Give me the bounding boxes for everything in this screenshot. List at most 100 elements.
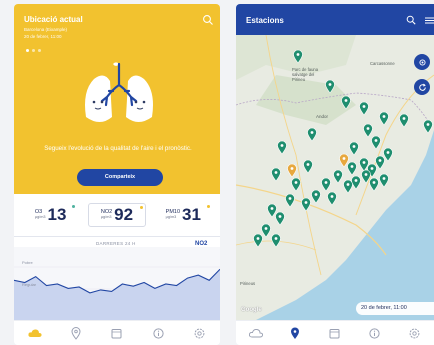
pollutant-value: 92 xyxy=(114,205,134,224)
tab-stations[interactable] xyxy=(69,326,83,340)
history-chart: DARRERES 24 H NO2 Pobre Regular xyxy=(14,236,220,321)
station-marker-dot xyxy=(382,177,386,180)
station-marker-dot xyxy=(382,115,386,118)
location-title: Ubicació actual xyxy=(24,15,83,24)
tab-settings[interactable] xyxy=(407,326,421,340)
station-marker-dot xyxy=(362,105,366,108)
map-label: Pirineus xyxy=(240,281,256,286)
station-marker-dot xyxy=(288,197,292,200)
calendar-icon xyxy=(111,328,122,338)
station-marker-dot xyxy=(314,193,318,196)
station-marker-dot xyxy=(354,179,358,182)
station-marker-dot xyxy=(328,83,332,86)
station-marker-dot xyxy=(324,181,328,184)
info-icon xyxy=(153,327,164,339)
location-subtitle: Barcelona (Eixample) 20 de febrer, 11:00 xyxy=(24,27,67,40)
tab-cloud[interactable] xyxy=(28,326,42,340)
reading-o3[interactable]: O3 µg/m3 13 xyxy=(23,203,79,227)
pollutant-unit: µg/m3 xyxy=(100,215,112,219)
station-marker-dot xyxy=(374,139,378,142)
station-marker-dot xyxy=(344,99,348,102)
filter-icon[interactable] xyxy=(425,17,434,24)
locate-button[interactable] xyxy=(414,54,430,70)
tab-calendar[interactable] xyxy=(328,326,342,340)
station-marker-dot xyxy=(294,181,298,184)
tab-cloud[interactable] xyxy=(248,326,263,340)
level-badge xyxy=(71,205,75,208)
station-marker-dot xyxy=(352,145,356,148)
level-badge xyxy=(207,205,211,208)
station-marker-dot xyxy=(346,183,350,186)
pollutant-value: 13 xyxy=(47,205,67,224)
page-title: Estacions xyxy=(246,16,284,25)
station-marker-dot xyxy=(330,195,334,198)
station-marker-dot xyxy=(296,53,300,56)
stations-screen: Estacions Andor Parc de fauna salvatge d… xyxy=(236,4,434,345)
station-marker-dot xyxy=(402,117,406,120)
station-marker-dot xyxy=(310,131,314,134)
tab-info[interactable] xyxy=(151,326,165,340)
hero-message: Segueix l'evolució de la qualitat de l'a… xyxy=(44,145,192,152)
level-label: Regular xyxy=(22,282,37,287)
map-label: Carcassonne xyxy=(370,61,395,66)
station-marker-dot xyxy=(378,159,382,162)
map-canvas: Andor xyxy=(236,35,434,320)
history-chart-svg xyxy=(14,247,220,321)
station-marker-dot xyxy=(364,173,368,176)
station-marker-dot xyxy=(362,161,366,164)
chart-pollutant-label[interactable]: NO2 xyxy=(195,241,207,247)
station-marker-dot xyxy=(256,237,260,240)
location-pin-icon xyxy=(291,327,300,339)
lungs-illustration xyxy=(85,62,153,122)
carousel-dots[interactable] xyxy=(26,49,41,52)
station-marker-dot xyxy=(350,165,354,168)
air-quality-hero: Ubicació actual Barcelona (Eixample) 20 … xyxy=(14,4,220,194)
map-label: Parc de fauna salvatge del Pirineu xyxy=(292,67,319,82)
info-icon xyxy=(369,327,380,339)
search-icon[interactable] xyxy=(406,15,416,25)
station-marker-dot xyxy=(274,237,278,240)
station-marker-dot xyxy=(426,123,430,126)
google-logo: Google xyxy=(241,307,262,313)
calendar-icon xyxy=(329,328,340,338)
station-marker-dot xyxy=(264,227,268,230)
cloud-icon xyxy=(248,328,263,338)
station-marker-dot xyxy=(274,171,278,174)
stations-map[interactable]: Andor Parc de fauna salvatge del Pirineu… xyxy=(236,35,434,320)
station-marker-dot xyxy=(290,167,294,170)
station-marker-dot xyxy=(280,144,284,147)
station-marker-dot xyxy=(270,207,274,210)
reading-pm10[interactable]: PM10 µg/m3 31 xyxy=(155,203,211,227)
share-button[interactable]: Comparteix xyxy=(77,169,163,186)
tab-settings[interactable] xyxy=(192,326,206,340)
pollutant-unit: µg/m3 xyxy=(34,215,46,219)
app-screenshots: Ubicació actual Barcelona (Eixample) 20 … xyxy=(0,0,434,345)
crosshair-icon xyxy=(418,58,426,66)
station-marker-dot xyxy=(306,163,310,166)
station-marker-dot xyxy=(342,157,346,160)
location-name: Barcelona (Eixample) xyxy=(24,27,68,32)
pollutant-value: 31 xyxy=(182,205,201,224)
settings-icon xyxy=(409,328,420,338)
location-date: 20 de febrer, 11:00 xyxy=(24,33,62,39)
station-marker-dot xyxy=(336,173,340,176)
station-marker-dot xyxy=(370,167,374,170)
pollutant-unit: µg/m3 xyxy=(165,215,177,219)
station-marker-dot xyxy=(366,127,370,130)
chart-period-label: DARRERES 24 H xyxy=(96,241,136,246)
refresh-button[interactable] xyxy=(414,79,430,95)
cloud-icon xyxy=(28,329,42,337)
station-marker-dot xyxy=(372,181,376,184)
tab-info[interactable] xyxy=(368,326,382,340)
pollutant-readings: O3 µg/m3 13 NO2 µg/m3 92 PM10 µg/m3 31 xyxy=(14,194,220,236)
reading-no2[interactable]: NO2 µg/m3 92 xyxy=(87,203,146,227)
stations-header: Estacions xyxy=(236,4,434,35)
station-marker-dot xyxy=(386,151,390,154)
tab-stations[interactable] xyxy=(288,326,302,340)
level-badge xyxy=(139,206,143,209)
tab-calendar[interactable] xyxy=(110,326,124,340)
refresh-icon xyxy=(418,83,426,91)
home-screen: Ubicació actual Barcelona (Eixample) 20 … xyxy=(14,4,220,345)
search-icon[interactable] xyxy=(202,14,214,26)
date-label[interactable]: 20 de febrer, 11:00 xyxy=(356,302,434,315)
